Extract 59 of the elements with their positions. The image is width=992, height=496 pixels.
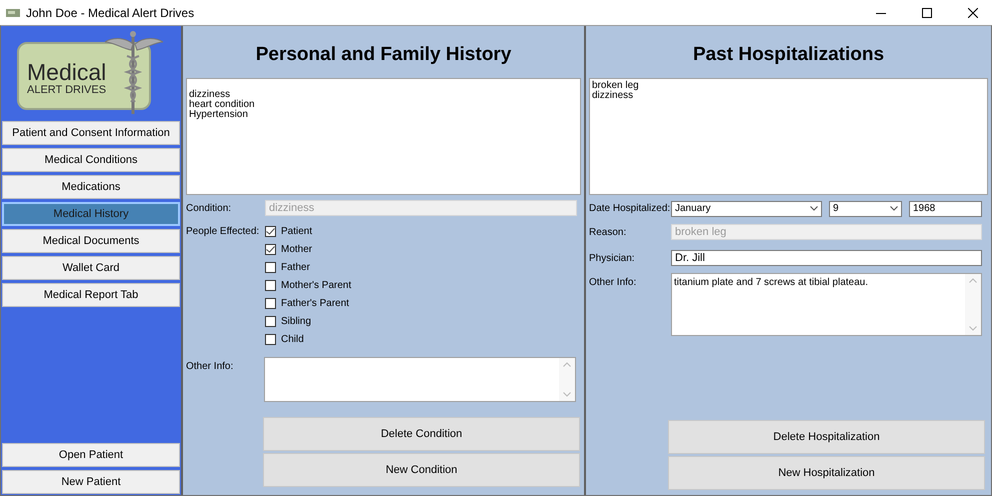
checkbox[interactable] bbox=[265, 334, 276, 344]
sidebar-button[interactable]: Open Patient bbox=[2, 443, 180, 467]
checkbox-label: Father's Parent bbox=[281, 296, 350, 310]
action-button[interactable]: New Condition bbox=[263, 453, 580, 487]
checkbox[interactable] bbox=[265, 244, 276, 254]
action-button[interactable]: Delete Condition bbox=[263, 417, 580, 451]
checkbox[interactable] bbox=[265, 316, 276, 326]
app-icon bbox=[6, 8, 20, 16]
window-title: John Doe - Medical Alert Drives bbox=[26, 4, 194, 22]
checkbox[interactable] bbox=[265, 226, 276, 236]
sidebar-button[interactable]: New Patient bbox=[2, 470, 180, 494]
field-label: Condition: bbox=[186, 202, 232, 216]
field-label: Reason: bbox=[589, 226, 628, 240]
sidebar-item[interactable]: Medical History bbox=[2, 202, 180, 226]
field-label: Other Info: bbox=[186, 360, 234, 374]
field-label: Date Hospitalized: bbox=[589, 202, 671, 216]
section-title: Personal and Family History bbox=[254, 42, 512, 67]
sidebar-item[interactable]: Medical Documents bbox=[2, 229, 180, 253]
chevron-down-icon bbox=[810, 206, 818, 211]
month-dropdown[interactable]: January bbox=[671, 200, 822, 216]
list-item[interactable]: broken leg bbox=[592, 81, 985, 91]
text-field[interactable]: Dr. Jill bbox=[671, 250, 982, 266]
checkbox-label: Sibling bbox=[281, 314, 312, 328]
checkbox[interactable] bbox=[265, 280, 276, 290]
sidebar-item[interactable]: Medications bbox=[2, 175, 180, 199]
sidebar-item[interactable]: Medical Conditions bbox=[2, 148, 180, 172]
checkbox-label: Child bbox=[281, 332, 304, 346]
checkbox-label: Mother's Parent bbox=[281, 278, 352, 292]
field-label: Physician: bbox=[589, 252, 636, 266]
logo-subtitle: ALERT DRIVES bbox=[27, 84, 108, 96]
list-item[interactable]: dizziness bbox=[189, 90, 578, 100]
hospitalization-list[interactable]: broken leg dizziness bbox=[589, 78, 988, 195]
checkbox-label: Patient bbox=[281, 224, 312, 238]
checkbox[interactable] bbox=[265, 298, 276, 308]
action-button[interactable]: New Hospitalization bbox=[668, 456, 985, 490]
condition-list[interactable]: dizziness heart condition Hypertension bbox=[186, 78, 581, 195]
checkbox-label: Mother bbox=[281, 242, 312, 256]
checkbox[interactable] bbox=[265, 262, 276, 272]
caduceus-icon bbox=[105, 30, 163, 116]
logo-title: Medical bbox=[27, 60, 108, 84]
year-field[interactable]: 1968 bbox=[909, 200, 982, 216]
list-item[interactable]: Hypertension bbox=[189, 110, 578, 120]
field-label: Other Info: bbox=[589, 276, 638, 290]
sidebar-item[interactable]: Wallet Card bbox=[2, 256, 180, 280]
maximize-icon[interactable] bbox=[922, 8, 932, 18]
chevron-down-icon bbox=[890, 206, 898, 211]
sidebar-item[interactable]: Patient and Consent Information bbox=[2, 121, 180, 145]
checkbox-label: Father bbox=[281, 260, 310, 274]
action-button[interactable]: Delete Hospitalization bbox=[668, 420, 985, 454]
list-item[interactable]: dizziness bbox=[592, 91, 985, 101]
list-item[interactable]: heart condition bbox=[189, 100, 578, 110]
field-label: People Effected: bbox=[186, 225, 260, 239]
section-title: Past Hospitalizations bbox=[692, 42, 886, 67]
sidebar-item[interactable]: Medical Report Tab bbox=[2, 283, 180, 307]
day-dropdown[interactable]: 9 bbox=[829, 200, 902, 216]
other-info-text: titanium plate and 7 screws at tibial plateau. bbox=[674, 277, 868, 288]
check-icon bbox=[266, 246, 275, 252]
close-icon[interactable] bbox=[968, 8, 978, 18]
check-icon bbox=[266, 228, 275, 234]
